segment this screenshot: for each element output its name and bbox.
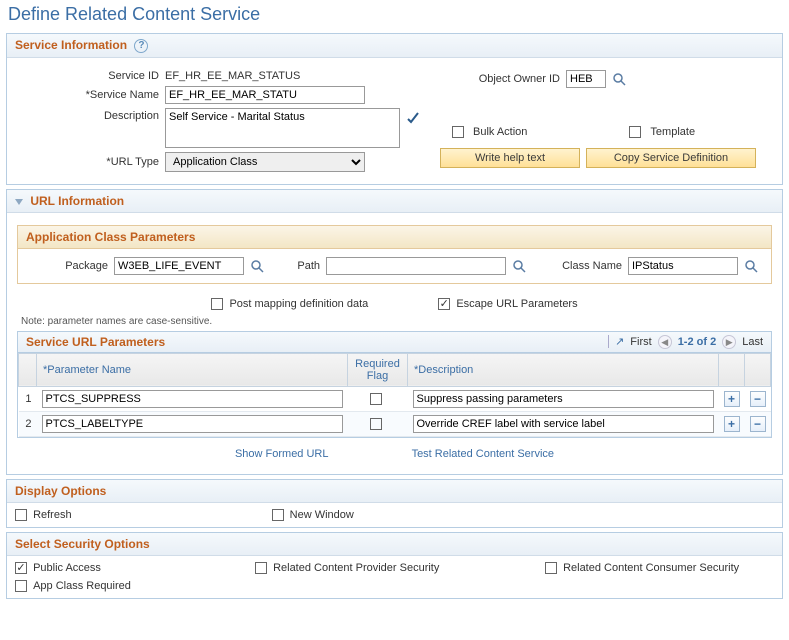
app-class-params-section: Application Class Parameters Package Pat… [17,225,772,284]
provider-security-checkbox[interactable] [255,562,267,574]
package-input[interactable] [114,257,244,275]
test-service-link[interactable]: Test Related Content Service [412,448,554,460]
row-num: 1 [19,386,37,411]
grid-popout-icon[interactable]: ↗ [608,335,624,348]
nav-last[interactable]: Last [742,336,763,348]
table-row: 2 + − [19,411,771,436]
package-lookup-icon[interactable] [250,259,264,273]
service-info-section: Service Information ? Service ID EF_HR_E… [6,33,783,185]
service-id-value: EF_HR_EE_MAR_STATUS [165,70,300,82]
url-type-label: URL Type [19,156,159,168]
refresh-label: Refresh [33,509,72,521]
path-label: Path [270,260,320,272]
class-name-input[interactable] [628,257,738,275]
bulk-action-label: Bulk Action [473,126,527,138]
bulk-action-checkbox[interactable] [452,126,464,138]
display-options-section: Display Options Refresh New Window [6,479,783,528]
public-access-label: Public Access [33,562,101,574]
refresh-checkbox[interactable] [15,509,27,521]
object-owner-lookup-icon[interactable] [612,72,626,86]
escape-url-label: Escape URL Parameters [456,298,577,310]
nav-prev-icon[interactable]: ◀ [658,335,672,349]
service-name-input[interactable] [165,86,365,104]
collapse-icon[interactable] [15,199,23,205]
required-flag-checkbox[interactable] [370,418,382,430]
package-label: Package [28,260,108,272]
service-id-label: Service ID [19,70,159,82]
col-param-name[interactable]: *Parameter Name [37,353,348,386]
security-options-section: Select Security Options Public Access Re… [6,532,783,599]
copy-service-button[interactable]: Copy Service Definition [586,148,756,168]
class-name-lookup-icon[interactable] [744,259,758,273]
service-name-label: Service Name [19,89,159,101]
template-label: Template [650,126,695,138]
param-name-input[interactable] [42,415,343,433]
new-window-label: New Window [290,509,354,521]
table-row: 1 + − [19,386,771,411]
description-label: Description [19,108,159,122]
path-input[interactable] [326,257,506,275]
spellcheck-icon[interactable] [406,110,420,124]
col-description[interactable]: *Description [408,353,719,386]
write-help-button[interactable]: Write help text [440,148,580,168]
add-row-button[interactable]: + [724,391,740,407]
public-access-checkbox[interactable] [15,562,27,574]
col-required-flag[interactable]: Required Flag [348,353,408,386]
show-formed-url-link[interactable]: Show Formed URL [235,448,329,460]
nav-first[interactable]: First [630,336,651,348]
service-info-header-text: Service Information [15,38,127,52]
add-row-button[interactable]: + [724,416,740,432]
object-owner-label: Object Owner ID [440,73,560,85]
post-mapping-label: Post mapping definition data [229,298,368,310]
row-num: 2 [19,411,37,436]
app-class-required-checkbox[interactable] [15,580,27,592]
post-mapping-checkbox[interactable] [211,298,223,310]
class-name-label: Class Name [532,260,622,272]
app-class-params-header: Application Class Parameters [18,226,771,249]
escape-url-checkbox[interactable] [438,298,450,310]
service-url-params-grid: Service URL Parameters ↗ First ◀ 1-2 of … [17,331,772,438]
consumer-security-label: Related Content Consumer Security [563,562,739,574]
delete-row-button[interactable]: − [750,416,766,432]
url-info-header: URL Information [7,190,782,213]
nav-range[interactable]: 1-2 of 2 [678,336,717,348]
new-window-checkbox[interactable] [272,509,284,521]
description-textarea[interactable]: Self Service - Marital Status [165,108,400,148]
consumer-security-checkbox[interactable] [545,562,557,574]
case-sensitive-note: Note: parameter names are case-sensitive… [13,314,776,329]
display-options-header: Display Options [7,480,782,503]
app-class-required-label: App Class Required [33,580,131,592]
url-info-section: URL Information Application Class Parame… [6,189,783,475]
required-flag-checkbox[interactable] [370,393,382,405]
url-info-header-text: URL Information [30,194,124,208]
path-lookup-icon[interactable] [512,259,526,273]
page-title: Define Related Content Service [0,0,789,29]
param-name-input[interactable] [42,390,343,408]
service-info-header: Service Information ? [7,34,782,58]
security-options-header: Select Security Options [7,533,782,556]
provider-security-label: Related Content Provider Security [273,562,439,574]
delete-row-button[interactable]: − [750,391,766,407]
help-icon[interactable]: ? [134,39,148,53]
url-type-select[interactable]: Application Class [165,152,365,172]
param-desc-input[interactable] [413,415,714,433]
object-owner-input[interactable] [566,70,606,88]
template-checkbox[interactable] [629,126,641,138]
nav-next-icon[interactable]: ▶ [722,335,736,349]
param-desc-input[interactable] [413,390,714,408]
grid-title: Service URL Parameters [26,335,165,349]
